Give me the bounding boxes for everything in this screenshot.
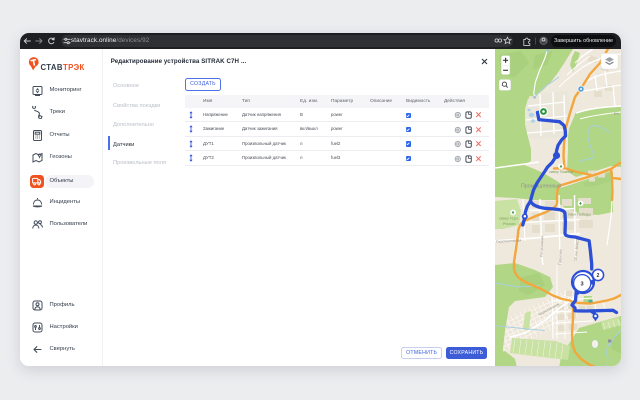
- svg-text:Пирогова: Пирогова: [558, 249, 563, 265]
- svg-text:парк Победы: парк Победы: [568, 213, 591, 217]
- svg-text:Ба..: Ба..: [614, 112, 620, 116]
- svg-text:сквер Памяти: сквер Памяти: [549, 170, 573, 174]
- svg-text:2: 2: [597, 273, 600, 279]
- svg-text:Промышленный: Промышленный: [521, 183, 561, 190]
- svg-text:3: 3: [580, 282, 583, 288]
- svg-text:ТРЭК: ТРЭК: [63, 63, 85, 72]
- svg-text:России: России: [503, 222, 516, 226]
- svg-text:сквер Геро..: сквер Геро..: [499, 217, 520, 221]
- svg-text:СТАВ: СТАВ: [41, 63, 63, 72]
- svg-text:Рогожникова: Рогожникова: [540, 236, 545, 257]
